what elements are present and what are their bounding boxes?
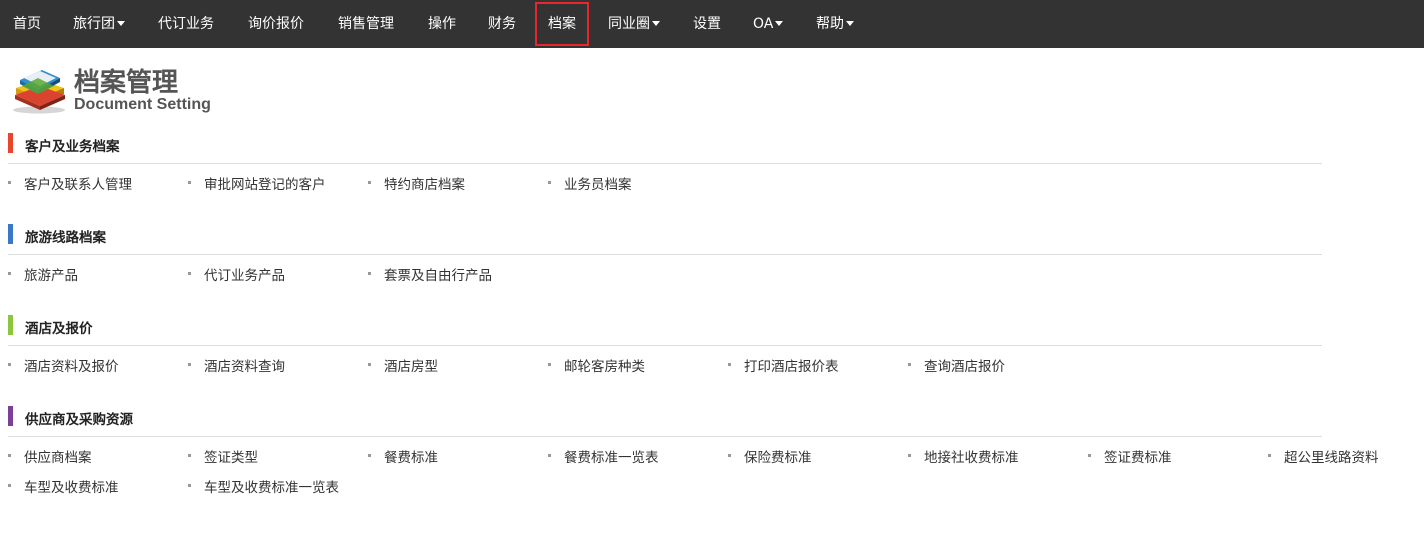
books-icon [10,64,68,114]
nav-oa-label: OA [753,16,774,32]
nav-home[interactable]: 首页 [13,0,41,48]
nav-booking[interactable]: 代订业务 [158,0,214,48]
link-meal-standards[interactable]: 餐费标准 [368,446,438,466]
link-special-shops[interactable]: 特约商店档案 [368,173,465,193]
section-header: 客户及业务档案 [8,133,1322,155]
nav-booking-label: 代订业务 [158,16,214,32]
nav-quote[interactable]: 询价报价 [248,0,304,48]
nav-sales-label: 销售管理 [338,16,394,32]
nav-home-label: 首页 [13,16,41,32]
section-header: 供应商及采购资源 [8,406,1322,428]
nav-finance-label: 财务 [488,16,516,32]
link-vehicle-fee-standards[interactable]: 车型及收费标准 [8,476,119,496]
link-meal-standards-table[interactable]: 餐费标准一览表 [548,446,659,466]
nav-peer-circle-label: 同业圈 [608,16,650,32]
link-supplier-archive[interactable]: 供应商档案 [8,446,92,466]
section-travel-routes: 旅游线路档案 旅游产品 代订业务产品 套票及自由行产品 [8,224,1322,284]
link-approve-web-customers[interactable]: 审批网站登记的客户 [188,173,326,193]
nav-tour-group-label: 旅行团 [73,16,115,32]
section-accent-bar [8,133,13,153]
caret-down-icon [652,20,660,26]
nav-operation-label: 操作 [428,16,456,32]
nav-oa[interactable]: OA [753,0,784,48]
section-title: 供应商及采购资源 [25,412,133,428]
section-accent-bar [8,315,13,335]
link-cruise-cabin-types[interactable]: 邮轮客房种类 [548,355,645,375]
link-customer-contacts[interactable]: 客户及联系人管理 [8,173,132,193]
section-hotels-quotes: 酒店及报价 酒店资料及报价 酒店资料查询 酒店房型 邮轮客房种类 打印酒店报价表… [8,315,1322,375]
section-suppliers: 供应商及采购资源 供应商档案 签证类型 餐费标准 餐费标准一览表 保险费标准 地… [8,406,1379,496]
nav-archive-label: 档案 [548,16,576,32]
link-over-km-routes[interactable]: 超公里线路资料 [1268,446,1379,466]
page-subtitle: Document Setting [74,96,211,113]
nav-quote-label: 询价报价 [248,16,304,32]
link-package-products[interactable]: 套票及自由行产品 [368,264,492,284]
link-hotel-room-types[interactable]: 酒店房型 [368,355,438,375]
nav-peer-circle[interactable]: 同业圈 [608,0,660,48]
nav-settings[interactable]: 设置 [693,0,721,48]
caret-down-icon [846,20,854,26]
section-title: 客户及业务档案 [25,139,120,155]
nav-sales[interactable]: 销售管理 [338,0,394,48]
link-ground-agency-fees[interactable]: 地接社收费标准 [908,446,1019,466]
nav-tour-group[interactable]: 旅行团 [73,0,125,48]
link-insurance-standards[interactable]: 保险费标准 [728,446,812,466]
caret-down-icon [775,20,784,26]
caret-down-icon [117,20,125,26]
section-header: 酒店及报价 [8,315,1322,337]
section-accent-bar [8,406,13,426]
link-print-hotel-quotes[interactable]: 打印酒店报价表 [728,355,839,375]
section-title: 酒店及报价 [25,321,93,337]
nav-settings-label: 设置 [693,16,721,32]
page-title: 档案管理 [74,68,179,98]
link-hotel-info-quotes[interactable]: 酒店资料及报价 [8,355,119,375]
section-header: 旅游线路档案 [8,224,1322,246]
nav-operation[interactable]: 操作 [428,0,456,48]
link-hotel-info-search[interactable]: 酒店资料查询 [188,355,285,375]
link-visa-types[interactable]: 签证类型 [188,446,258,466]
nav-help[interactable]: 帮助 [816,0,854,48]
section-divider [8,436,1322,437]
section-divider [8,345,1322,346]
nav-archive[interactable]: 档案 [535,2,589,46]
section-accent-bar [8,224,13,244]
section-divider [8,163,1322,164]
top-navbar: 首页 旅行团 代订业务 询价报价 销售管理 操作 财务 档案 同业圈 设置 OA… [0,0,1424,48]
section-customer-archive: 客户及业务档案 客户及联系人管理 审批网站登记的客户 特约商店档案 业务员档案 [8,133,1322,193]
section-title: 旅游线路档案 [25,230,106,246]
link-vehicle-fee-table[interactable]: 车型及收费标准一览表 [188,476,339,496]
link-visa-fee-standards[interactable]: 签证费标准 [1088,446,1172,466]
link-search-hotel-quotes[interactable]: 查询酒店报价 [908,355,1005,375]
nav-finance[interactable]: 财务 [488,0,516,48]
link-booking-products[interactable]: 代订业务产品 [188,264,285,284]
link-salesperson-archive[interactable]: 业务员档案 [548,173,632,193]
nav-help-label: 帮助 [816,16,844,32]
section-divider [8,254,1322,255]
link-travel-products[interactable]: 旅游产品 [8,264,78,284]
